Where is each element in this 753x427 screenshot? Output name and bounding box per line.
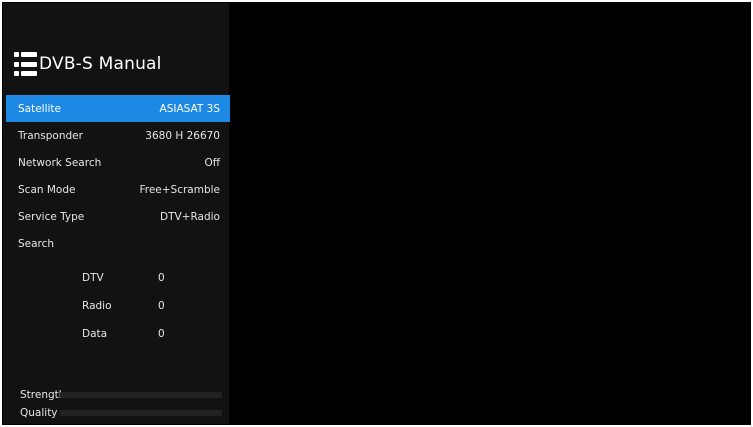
- setting-label: Satellite: [18, 102, 62, 115]
- result-count: 0: [158, 300, 165, 312]
- search-results: DTV 0 Radio 0 Data 0: [6, 264, 230, 348]
- result-label: Radio: [82, 300, 112, 312]
- setting-row-transponder[interactable]: Transponder 3680 H 26670: [6, 122, 230, 149]
- result-row-data: Data 0: [6, 320, 230, 348]
- setting-value: Off: [204, 156, 221, 169]
- list-menu-icon: [14, 52, 37, 76]
- result-label: Data: [82, 328, 108, 340]
- result-count: 0: [158, 328, 165, 340]
- setting-value: Free+Scramble: [139, 183, 220, 196]
- settings-list: Satellite ASIASAT 3S Transponder 3680 H …: [6, 95, 230, 257]
- setting-label: Network Search: [18, 156, 102, 169]
- quality-label: Quality: [20, 407, 58, 419]
- strength-label: Strength: [20, 389, 66, 401]
- setting-row-network-search[interactable]: Network Search Off: [6, 149, 230, 176]
- page-title: DVB-S Manual: [39, 54, 162, 74]
- result-row-radio: Radio 0: [6, 292, 230, 320]
- setting-row-search[interactable]: Search: [6, 230, 230, 257]
- result-label: DTV: [82, 272, 104, 284]
- result-row-dtv: DTV 0: [6, 264, 230, 292]
- panel-header: DVB-S Manual: [14, 49, 162, 79]
- setting-label: Search: [18, 237, 55, 250]
- setting-label: Transponder: [18, 129, 83, 142]
- setting-label: Scan Mode: [18, 183, 76, 196]
- strength-meter: Strength: [6, 387, 230, 403]
- setting-row-scan-mode[interactable]: Scan Mode Free+Scramble: [6, 176, 230, 203]
- quality-bar: [60, 410, 222, 416]
- setting-value: DTV+Radio: [160, 210, 220, 223]
- setting-row-satellite[interactable]: Satellite ASIASAT 3S: [6, 95, 230, 122]
- setting-value: ASIASAT 3S: [159, 102, 220, 115]
- dvb-s-manual-panel: DVB-S Manual Satellite ASIASAT 3S Transp…: [3, 3, 230, 424]
- setting-row-service-type[interactable]: Service Type DTV+Radio: [6, 203, 230, 230]
- setting-value: 3680 H 26670: [145, 129, 220, 142]
- quality-meter: Quality: [6, 405, 230, 421]
- setting-label: Service Type: [18, 210, 85, 223]
- result-count: 0: [158, 272, 165, 284]
- strength-bar: [60, 392, 222, 398]
